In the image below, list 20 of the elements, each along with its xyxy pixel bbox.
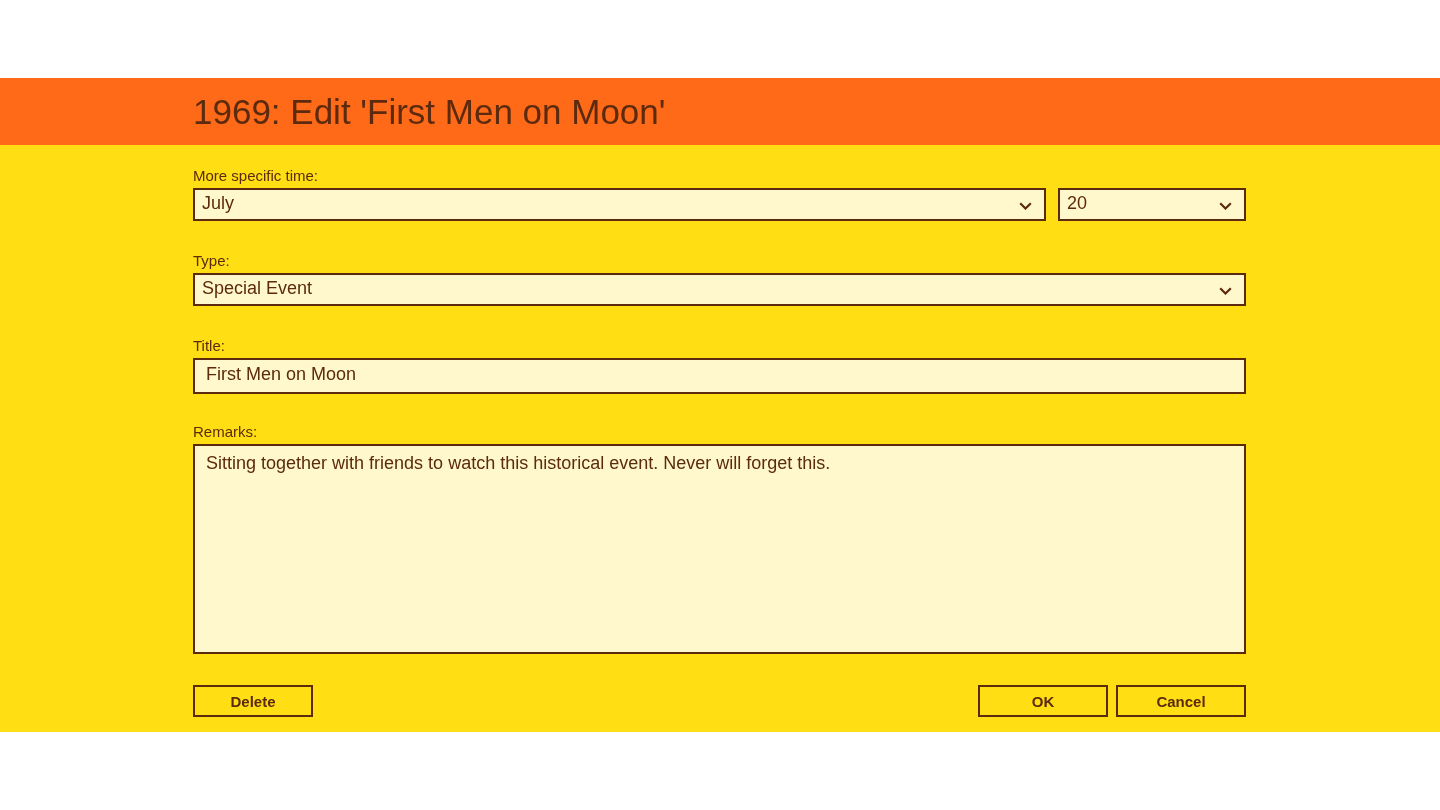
action-button[interactable]: Cancel bbox=[1116, 685, 1246, 717]
field-label: Remarks: bbox=[193, 423, 258, 441]
dialog-title: 1969: Edit 'First Men on Moon' bbox=[193, 90, 666, 133]
chevron-down-icon bbox=[1219, 202, 1232, 210]
month-dropdown[interactable]: July bbox=[193, 188, 1046, 221]
selected-value: July bbox=[202, 192, 234, 215]
day-dropdown[interactable]: 20 bbox=[1058, 188, 1246, 221]
chevron-down-icon bbox=[1019, 202, 1032, 210]
action-button[interactable]: Delete bbox=[193, 685, 313, 717]
title-input[interactable]: First Men on Moon bbox=[193, 358, 1246, 394]
input-value: First Men on Moon bbox=[206, 364, 357, 386]
remarks-textarea[interactable]: Sitting together with friends to watch this historical event. Never will forget this. bbox=[193, 444, 1246, 654]
chevron-down-icon bbox=[1219, 287, 1232, 295]
selected-value: 20 bbox=[1067, 192, 1088, 215]
field-label: Title: bbox=[193, 337, 225, 355]
action-button[interactable]: OK bbox=[978, 685, 1108, 717]
selected-value: Special Event bbox=[202, 277, 313, 300]
field-label: More specific time: bbox=[193, 167, 319, 185]
type-dropdown[interactable]: Special Event bbox=[193, 273, 1246, 306]
field-label: Type: bbox=[193, 252, 230, 270]
